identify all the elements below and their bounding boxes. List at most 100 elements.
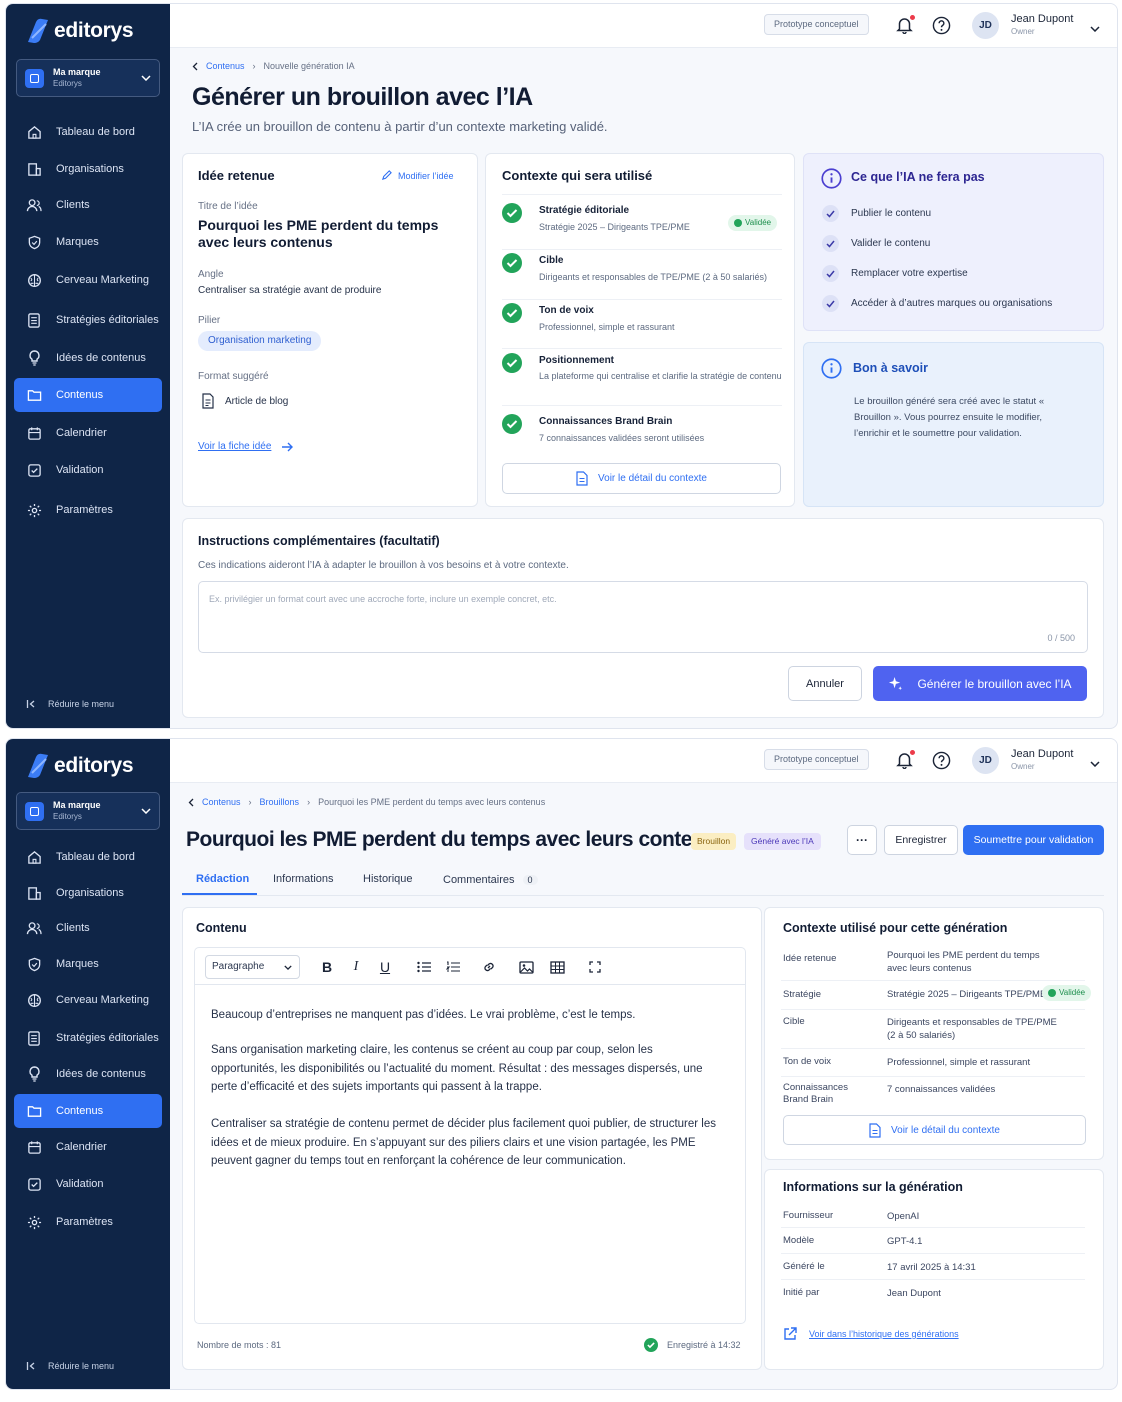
- sidebar-item-dashboard[interactable]: Tableau de bord: [14, 115, 162, 149]
- pencil-icon: [381, 170, 392, 181]
- sidebar-item-settings[interactable]: Paramètres: [14, 493, 162, 527]
- brand-selector[interactable]: Ma marque Editorys: [16, 59, 160, 97]
- link-icon[interactable]: [481, 959, 497, 975]
- content-editor[interactable]: Beaucoup d’entreprises ne manquent pas d…: [194, 984, 746, 1324]
- generate-draft-button[interactable]: Générer le brouillon avec l’IA: [873, 666, 1087, 701]
- logo[interactable]: editorys: [26, 751, 134, 781]
- italic-icon[interactable]: I: [348, 959, 364, 975]
- sidebar-item-contents[interactable]: Contenus: [14, 1094, 162, 1128]
- breadcrumb-current: Nouvelle génération IA: [263, 61, 355, 71]
- table-icon[interactable]: [549, 959, 565, 975]
- sidebar-item-validation[interactable]: Validation: [14, 453, 162, 487]
- user-name[interactable]: Jean Dupont: [1011, 748, 1073, 761]
- collapse-menu-button[interactable]: Réduire le menu: [26, 699, 114, 709]
- bullet-list-icon[interactable]: [416, 959, 432, 975]
- sidebar-item-editorial-strategies[interactable]: Stratégies éditoriales: [14, 1021, 162, 1055]
- notifications-button[interactable]: [896, 749, 916, 774]
- tab-redaction[interactable]: Rédaction: [196, 873, 249, 885]
- check-icon: [822, 235, 839, 252]
- external-link-icon: [784, 1327, 797, 1340]
- view-context-button[interactable]: Voir le détail du contexte: [783, 1115, 1086, 1145]
- paragraph[interactable]: Beaucoup d’entreprises ne manquent pas d…: [211, 1006, 721, 1025]
- tab-informations[interactable]: Informations: [273, 873, 334, 885]
- breadcrumb-drafts[interactable]: Brouillons: [260, 797, 300, 807]
- limit-item-label: Remplacer votre expertise: [851, 268, 968, 279]
- sidebar-item-clients[interactable]: Clients: [14, 911, 162, 945]
- chevron-left-icon[interactable]: [192, 62, 198, 71]
- generation-history-link[interactable]: Voir dans l’historique des générations: [783, 1327, 959, 1341]
- view-context-button[interactable]: Voir le détail du contexte: [502, 463, 781, 494]
- underline-icon[interactable]: U: [377, 959, 393, 975]
- edit-idea-button[interactable]: Modifier l’idée: [381, 170, 454, 181]
- image-icon[interactable]: [518, 959, 534, 975]
- sidebar-item-marketing-brain[interactable]: Cerveau Marketing: [14, 983, 162, 1017]
- checkbox-icon: [26, 1176, 42, 1192]
- instructions-textarea[interactable]: Ex. privilégier un format court avec une…: [198, 581, 1088, 653]
- cancel-button[interactable]: Annuler: [788, 666, 862, 701]
- breadcrumb: Contenus › Brouillons › Pourquoi les PME…: [188, 797, 545, 807]
- idea-card-title: Idée retenue: [198, 168, 275, 183]
- logo[interactable]: editorys: [26, 16, 134, 46]
- save-status-label: Enregistré à 14:32: [667, 1340, 741, 1350]
- sidebar-item-marketing-brain[interactable]: Cerveau Marketing: [14, 263, 162, 297]
- logo-mark-icon: [28, 753, 48, 778]
- submit-for-validation-button[interactable]: Soumettre pour validation: [963, 825, 1104, 855]
- sidebar-item-calendar[interactable]: Calendrier: [14, 1130, 162, 1164]
- bold-icon[interactable]: B: [319, 959, 335, 975]
- paragraph-style-select[interactable]: Paragraphe: [205, 955, 300, 979]
- info-icon: [821, 358, 842, 379]
- view-idea-link[interactable]: Voir la fiche idée: [198, 441, 294, 452]
- user-name[interactable]: Jean Dupont: [1011, 13, 1073, 26]
- sidebar-item-calendar[interactable]: Calendrier: [14, 416, 162, 450]
- sidebar-item-organisations[interactable]: Organisations: [14, 152, 162, 186]
- save-button[interactable]: Enregistrer: [884, 825, 958, 855]
- more-actions-button[interactable]: ···: [847, 825, 877, 855]
- sidebar-item-content-ideas[interactable]: Idées de contenus: [14, 1057, 162, 1091]
- sidebar-item-organisations[interactable]: Organisations: [14, 876, 162, 910]
- sidebar-item-editorial-strategies[interactable]: Stratégies éditoriales: [14, 303, 162, 337]
- pillar-label: Pilier: [198, 315, 221, 326]
- page-title: Pourquoi les PME perdent du temps avec l…: [186, 828, 728, 851]
- sidebar-item-brands[interactable]: Marques: [14, 947, 162, 981]
- paragraph[interactable]: Centraliser sa stratégie de contenu perm…: [211, 1115, 721, 1171]
- sidebar-item-validation[interactable]: Validation: [14, 1167, 162, 1201]
- paragraph[interactable]: Sans organisation marketing claire, les …: [211, 1041, 721, 1097]
- notifications-button[interactable]: [896, 14, 916, 39]
- lightbulb-icon: [26, 1066, 42, 1082]
- tab-commentaires[interactable]: Commentaires 0: [443, 874, 538, 886]
- kv-key: Idée retenue: [783, 953, 837, 964]
- tab-historique[interactable]: Historique: [363, 873, 413, 885]
- help-button[interactable]: [932, 16, 951, 40]
- idea-title-label: Titre de l’idée: [198, 201, 258, 212]
- sidebar-item-contents[interactable]: Contenus: [14, 378, 162, 412]
- kv-key: Fournisseur: [783, 1210, 834, 1221]
- brand-name: Ma marque: [53, 67, 101, 77]
- user-menu-button[interactable]: [1090, 19, 1100, 37]
- avatar[interactable]: JD: [972, 747, 999, 774]
- home-icon: [26, 849, 42, 865]
- breadcrumb-contents[interactable]: Contenus: [206, 61, 245, 71]
- sidebar-item-label: Stratégies éditoriales: [56, 314, 159, 326]
- breadcrumb-separator: ›: [307, 797, 311, 807]
- generation-info-card: Informations sur la génération Fournisse…: [764, 1169, 1104, 1370]
- generate-draft-label: Générer le brouillon avec l’IA: [917, 676, 1072, 691]
- status-badge-label: Validée: [1059, 988, 1086, 997]
- context-card: Contexte qui sera utilisé Stratégie édit…: [485, 153, 795, 507]
- sidebar-item-content-ideas[interactable]: Idées de contenus: [14, 341, 162, 375]
- user-menu-button[interactable]: [1090, 754, 1100, 772]
- chevron-left-icon[interactable]: [188, 798, 194, 807]
- divider: [781, 1227, 1085, 1228]
- good-to-know-title: Bon à savoir: [853, 361, 929, 375]
- sidebar-item-settings[interactable]: Paramètres: [14, 1205, 162, 1239]
- sidebar-item-brands[interactable]: Marques: [14, 225, 162, 259]
- numbered-list-icon[interactable]: [445, 959, 461, 975]
- sidebar-item-label: Marques: [56, 958, 99, 970]
- breadcrumb-contents[interactable]: Contenus: [202, 797, 241, 807]
- sidebar-item-clients[interactable]: Clients: [14, 188, 162, 222]
- fullscreen-icon[interactable]: [587, 959, 603, 975]
- collapse-menu-button[interactable]: Réduire le menu: [26, 1361, 114, 1371]
- sidebar-item-dashboard[interactable]: Tableau de bord: [14, 840, 162, 874]
- avatar[interactable]: JD: [972, 12, 999, 39]
- brand-selector[interactable]: Ma marque Editorys: [16, 792, 160, 830]
- help-button[interactable]: [932, 751, 951, 775]
